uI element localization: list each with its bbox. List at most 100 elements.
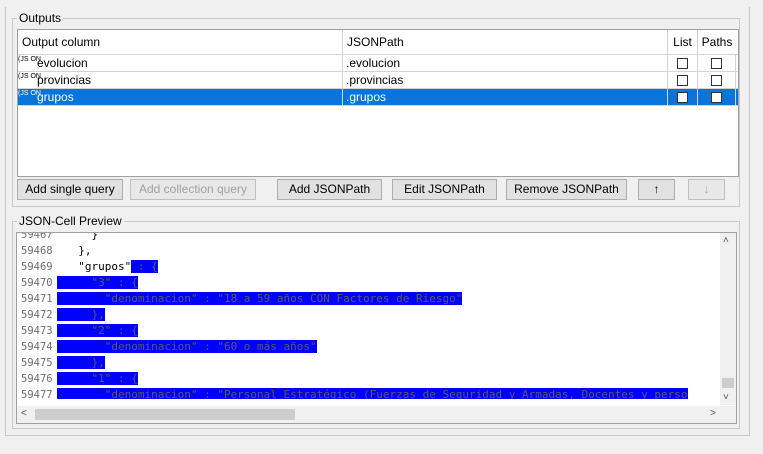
jsonpath-cell[interactable]: .evolucion bbox=[343, 55, 668, 71]
line-number: 59477 bbox=[21, 389, 53, 399]
paths-checkbox[interactable] bbox=[711, 91, 722, 103]
paths-cell bbox=[698, 89, 736, 105]
code-line: 59467 } bbox=[17, 232, 720, 243]
json-cell-preview-group: JSON-Cell Preview 59467 } 59468 }, 59469 "… bbox=[12, 214, 740, 429]
output-column-name: evolucion bbox=[37, 56, 88, 70]
table-row[interactable]: (JS ON grupos .grupos bbox=[18, 89, 738, 106]
outputs-group: Outputs Output column JSONPath List Path… bbox=[12, 11, 740, 207]
list-checkbox[interactable] bbox=[677, 91, 688, 103]
header-list[interactable]: List bbox=[668, 30, 698, 54]
code-lines: 59467 } 59468 }, 59469 "grupos" : {59470 "… bbox=[17, 232, 720, 399]
line-number: 59467 bbox=[21, 232, 53, 241]
line-number: 59475 bbox=[21, 357, 53, 369]
code-selected: "denominacion" : "18 a 59 años CON Facto… bbox=[57, 292, 463, 305]
list-checkbox[interactable] bbox=[677, 57, 688, 69]
code-text: }, bbox=[57, 307, 105, 323]
line-number: 59476 bbox=[21, 373, 53, 385]
code-line: 59474 "denominacion" : "60 o más años" bbox=[17, 339, 720, 355]
code-selected: : { bbox=[131, 260, 158, 273]
code-selected: }, bbox=[57, 356, 105, 369]
json-icon: (JS ON bbox=[18, 73, 41, 80]
header-paths[interactable]: Paths bbox=[698, 30, 736, 54]
output-column-cell[interactable]: (JS ON provincias bbox=[18, 72, 343, 88]
json-icon: (JS ON bbox=[18, 90, 41, 97]
code-text: } bbox=[65, 232, 99, 243]
preview-title: JSON-Cell Preview bbox=[17, 214, 124, 228]
list-checkbox[interactable] bbox=[677, 74, 688, 86]
output-column-cell[interactable]: (JS ON grupos bbox=[18, 89, 343, 105]
code-line: 59471 "denominacion" : "18 a 59 años CON… bbox=[17, 291, 720, 307]
scroll-right-arrow-icon[interactable]: ˃ bbox=[710, 408, 716, 419]
json-icon: (JS ON bbox=[18, 56, 41, 63]
json-preview-editor[interactable]: 59467 } 59468 }, 59469 "grupos" : {59470 "… bbox=[16, 232, 737, 424]
line-number: 59468 bbox=[21, 245, 53, 257]
vertical-scroll-thumb[interactable] bbox=[722, 378, 734, 388]
code-line: 59473 "2" : { bbox=[17, 323, 720, 339]
list-cell bbox=[668, 89, 698, 105]
paths-checkbox[interactable] bbox=[711, 57, 722, 69]
line-number: 59472 bbox=[21, 309, 53, 321]
code-line: 59470 "3" : { bbox=[17, 275, 720, 291]
code-text: "denominacion" : "60 o más años" bbox=[57, 339, 317, 355]
code-selected: }, bbox=[57, 308, 105, 321]
paths-cell bbox=[698, 72, 736, 88]
code-line: 59477 "denominacion" : "Personal Estraté… bbox=[17, 387, 720, 399]
code-line: 59475 }, bbox=[17, 355, 720, 371]
list-cell bbox=[668, 72, 698, 88]
list-cell bbox=[668, 55, 698, 71]
paths-checkbox[interactable] bbox=[711, 74, 722, 86]
code-text: }, bbox=[65, 243, 92, 259]
table-header: Output column JSONPath List Paths bbox=[18, 30, 738, 55]
header-output-column[interactable]: Output column bbox=[18, 30, 343, 54]
code-selected: "denominacion" : "60 o más años" bbox=[57, 340, 317, 353]
header-jsonpath[interactable]: JSONPath bbox=[343, 30, 668, 54]
move-up-button[interactable]: ↑ bbox=[638, 179, 675, 200]
vertical-scrollbar[interactable]: ˄ ˅ bbox=[720, 233, 736, 405]
code-selected: "1" : { bbox=[57, 372, 138, 385]
line-number: 59474 bbox=[21, 341, 53, 353]
edit-jsonpath-button[interactable]: Edit JSONPath bbox=[392, 179, 497, 200]
code-plain: }, bbox=[65, 244, 92, 257]
output-column-name: provincias bbox=[37, 73, 92, 87]
move-down-button: ↓ bbox=[688, 179, 725, 200]
code-line: 59469 "grupos" : { bbox=[17, 259, 720, 275]
outputs-table: Output column JSONPath List Paths (JS ON… bbox=[17, 29, 739, 177]
code-selected: "3" : { bbox=[57, 276, 138, 289]
scroll-down-arrow-icon[interactable]: ˅ bbox=[723, 392, 729, 403]
code-text: "2" : { bbox=[57, 323, 138, 339]
code-text: "1" : { bbox=[57, 371, 138, 387]
code-line: 59468 }, bbox=[17, 243, 720, 259]
table-row[interactable]: (JS ON evolucion .evolucion bbox=[18, 55, 738, 72]
line-number: 59469 bbox=[21, 261, 53, 273]
horizontal-scroll-thumb[interactable] bbox=[35, 409, 295, 420]
add-single-query-button[interactable]: Add single query bbox=[17, 179, 123, 200]
add-jsonpath-button[interactable]: Add JSONPath bbox=[277, 179, 382, 200]
horizontal-scrollbar[interactable]: ˂ ˃ bbox=[17, 406, 720, 423]
table-row[interactable]: (JS ON provincias .provincias bbox=[18, 72, 738, 89]
output-column-name: grupos bbox=[37, 90, 74, 104]
output-column-cell[interactable]: (JS ON evolucion bbox=[18, 55, 343, 71]
code-line: 59476 "1" : { bbox=[17, 371, 720, 387]
code-text: "denominacion" : "Personal Estratégico (… bbox=[57, 387, 688, 399]
line-number: 59470 bbox=[21, 277, 53, 289]
remove-jsonpath-button[interactable]: Remove JSONPath bbox=[506, 179, 627, 200]
paths-cell bbox=[698, 55, 736, 71]
code-plain: "grupos" bbox=[65, 260, 132, 273]
code-text: }, bbox=[57, 355, 105, 371]
jsonpath-cell[interactable]: .provincias bbox=[343, 72, 668, 88]
line-number: 59471 bbox=[21, 293, 53, 305]
code-line: 59472 }, bbox=[17, 307, 720, 323]
code-text: "denominacion" : "18 a 59 años CON Facto… bbox=[57, 291, 463, 307]
scroll-left-arrow-icon[interactable]: ˂ bbox=[21, 408, 27, 419]
jsonpath-cell[interactable]: .grupos bbox=[343, 89, 668, 105]
code-text: "3" : { bbox=[57, 275, 138, 291]
code-selected: "denominacion" : "Personal Estratégico (… bbox=[57, 388, 688, 399]
code-selected: "2" : { bbox=[57, 324, 138, 337]
code-text: "grupos" : { bbox=[65, 259, 158, 275]
code-plain: } bbox=[65, 232, 99, 241]
line-number: 59473 bbox=[21, 325, 53, 337]
outputs-title: Outputs bbox=[17, 11, 64, 25]
scrollbar-corner bbox=[720, 406, 736, 423]
scroll-up-arrow-icon[interactable]: ˄ bbox=[723, 235, 729, 246]
add-collection-query-button: Add collection query bbox=[130, 179, 256, 200]
